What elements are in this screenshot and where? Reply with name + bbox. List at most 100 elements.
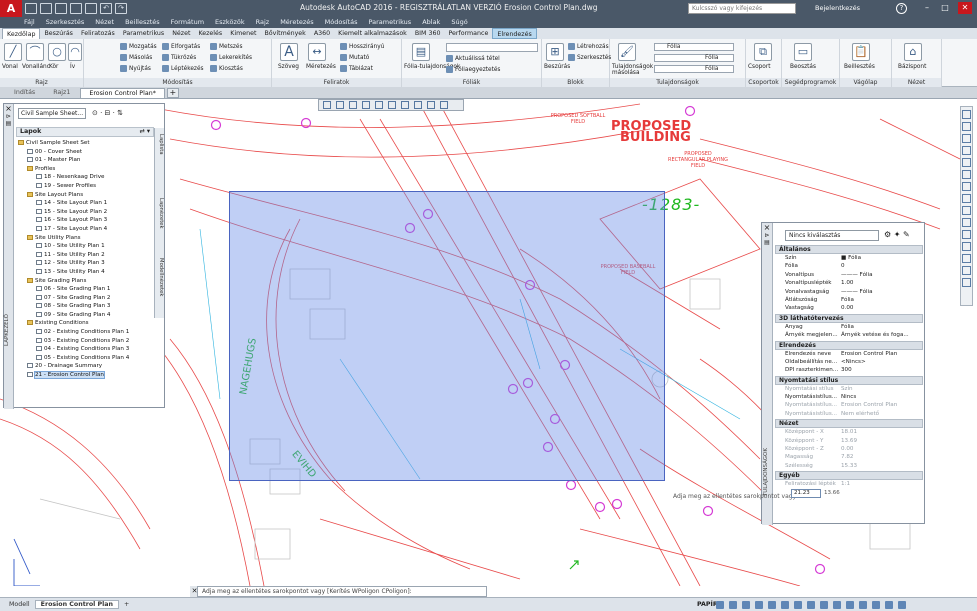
- sheet-item[interactable]: 06 - Site Grading Plan 1: [16, 285, 154, 294]
- measure-button[interactable]: Beosztás: [790, 64, 816, 70]
- save-icon[interactable]: [55, 3, 67, 14]
- property-value[interactable]: 1:1: [841, 480, 923, 488]
- ribbon-group-label[interactable]: Nézet: [892, 78, 941, 87]
- close-icon[interactable]: ×: [762, 223, 772, 232]
- sheet-item[interactable]: 04 - Existing Conditions Plan 3: [16, 345, 154, 354]
- sheet-item[interactable]: 19 - Sewer Profiles: [16, 182, 154, 191]
- sheet-item[interactable]: 00 - Cover Sheet: [16, 148, 154, 157]
- menu-view[interactable]: Nézet: [95, 17, 114, 28]
- tab-parametric[interactable]: Parametrikus: [119, 28, 168, 39]
- property-value[interactable]: Nincs: [841, 393, 923, 401]
- showmotion-icon[interactable]: [962, 146, 971, 155]
- polyline-button[interactable]: Vonallánc: [22, 64, 50, 70]
- base-point-button[interactable]: Bázispont: [898, 64, 926, 70]
- viewport-icon[interactable]: [427, 101, 435, 109]
- copy-button[interactable]: Másolás: [120, 54, 152, 61]
- property-section-header[interactable]: Nézet: [775, 419, 923, 429]
- tool-icon[interactable]: [962, 242, 971, 251]
- menu-parametric[interactable]: Parametrikus: [368, 17, 411, 28]
- circle-button[interactable]: Kör: [49, 64, 58, 70]
- property-section-header[interactable]: Egyéb: [775, 471, 923, 481]
- close-icon[interactable]: ✕: [958, 2, 972, 14]
- set-current-button[interactable]: Aktuálissá tétel: [446, 55, 500, 62]
- sheet-item[interactable]: 05 - Existing Conditions Plan 4: [16, 354, 154, 363]
- tool-icon[interactable]: [962, 230, 971, 239]
- property-section-header[interactable]: Nyomtatási stílus: [775, 375, 923, 385]
- lineweight-icon[interactable]: [781, 601, 789, 609]
- selection-cycling-icon[interactable]: [807, 601, 815, 609]
- tool-icon[interactable]: [962, 218, 971, 227]
- sheet-item[interactable]: 13 - Site Utility Plan 4: [16, 268, 154, 277]
- property-row[interactable]: Vastagság 0.00: [775, 304, 923, 312]
- property-row[interactable]: Szín ■ Fólia: [775, 254, 923, 262]
- property-value[interactable]: Fólia: [841, 296, 923, 304]
- sheet-set-toolbar-icons[interactable]: ⊙ · ⊟ · ⇅: [92, 109, 123, 117]
- tool-icon[interactable]: [962, 194, 971, 203]
- sheet-subset-item[interactable]: Existing Conditions: [16, 319, 154, 328]
- property-row[interactable]: DPI raszterkimen... 300: [775, 366, 923, 374]
- otrack-icon[interactable]: [768, 601, 776, 609]
- property-row[interactable]: Magasság 7.82: [775, 453, 923, 461]
- viewport-icon[interactable]: [414, 101, 422, 109]
- tool-icon[interactable]: [962, 182, 971, 191]
- file-tab-erosion-control[interactable]: Erosion Control Plan*: [80, 88, 165, 98]
- menu-format[interactable]: Formátum: [171, 17, 204, 28]
- property-value[interactable]: 1.00: [841, 279, 923, 287]
- menu-modify[interactable]: Módosítás: [325, 17, 358, 28]
- sheet-item[interactable]: 12 - Site Utility Plan 3: [16, 259, 154, 268]
- property-value[interactable]: 300: [841, 366, 923, 374]
- sheet-subset-item[interactable]: Civil Sample Sheet Set: [16, 139, 154, 148]
- property-section-header[interactable]: 3D láthatótervezés: [775, 313, 923, 323]
- menu-window[interactable]: Ablak: [422, 17, 440, 28]
- sheet-item[interactable]: 17 - Site Layout Plan 4: [16, 225, 154, 234]
- group-icon[interactable]: ⧉: [754, 43, 772, 61]
- sheet-item[interactable]: 08 - Site Grading Plan 3: [16, 302, 154, 311]
- viewport-icon[interactable]: [362, 101, 370, 109]
- tool-icon[interactable]: [962, 158, 971, 167]
- property-value[interactable]: 13.69: [841, 437, 923, 445]
- sheet-item[interactable]: 18 - Nesenkaag Drive: [16, 173, 154, 182]
- sheet-subset-item[interactable]: Site Utility Plans: [16, 234, 154, 243]
- property-row[interactable]: Nyomtatásistílus... Erosion Control Plan: [775, 401, 923, 409]
- property-row[interactable]: Középpont - X 18.01: [775, 428, 923, 436]
- property-row[interactable]: Átlátszóság Fólia: [775, 296, 923, 304]
- property-row[interactable]: Oldalbeállítás ne... <Nincs>: [775, 358, 923, 366]
- menu-draw[interactable]: Rajz: [256, 17, 270, 28]
- tab-model[interactable]: Modell: [4, 601, 35, 608]
- tab-addins[interactable]: Bővítmények: [260, 28, 309, 39]
- property-row[interactable]: Nyomtatásistílus... Nem elérhető: [775, 410, 923, 418]
- ribbon-group-label[interactable]: Csoportok: [746, 78, 781, 87]
- tool-icon[interactable]: [962, 278, 971, 287]
- search-input[interactable]: Kulcsszó vagy kifejezés: [688, 3, 796, 14]
- lineweight-dropdown[interactable]: Fólia: [654, 65, 734, 73]
- dynamic-input-y[interactable]: 13.66: [824, 490, 840, 496]
- property-row[interactable]: Szélesség 15.33: [775, 462, 923, 470]
- dimension-button[interactable]: Méretezés: [306, 64, 336, 70]
- ribbon-group-label[interactable]: Segédprogramok: [782, 78, 839, 87]
- viewport-icon[interactable]: [388, 101, 396, 109]
- property-row[interactable]: Vonalvastagság ——— Fólia: [775, 288, 923, 296]
- maximize-icon[interactable]: □: [938, 2, 952, 14]
- group-button[interactable]: Csoport: [748, 64, 771, 70]
- paste-button[interactable]: Beillesztés: [844, 64, 875, 70]
- ribbon-group-label[interactable]: Tulajdonságok: [610, 78, 745, 87]
- mirror-button[interactable]: Tükrözés: [162, 54, 196, 61]
- property-value[interactable]: Szín: [841, 385, 923, 393]
- orbit-icon[interactable]: [962, 134, 971, 143]
- tool-icon[interactable]: [962, 170, 971, 179]
- property-row[interactable]: Elrendezés neve Erosion Control Plan: [775, 350, 923, 358]
- palette-title-strip[interactable]: × ⊳ ▤ LAPKEZELŐ: [4, 104, 14, 409]
- paper-space-toggle[interactable]: PAPÍR: [697, 601, 718, 608]
- sheet-item[interactable]: 03 - Existing Conditions Plan 2: [16, 337, 154, 346]
- viewport-icon[interactable]: [375, 101, 383, 109]
- base-point-icon[interactable]: ⌂: [904, 43, 922, 61]
- pin-icon[interactable]: ⊳: [762, 232, 772, 239]
- selection-dropdown[interactable]: Nincs kiválasztás: [785, 230, 879, 241]
- menu-file[interactable]: Fájl: [24, 17, 35, 28]
- isolate-icon[interactable]: [859, 601, 867, 609]
- property-value[interactable]: 7.82: [841, 453, 923, 461]
- sheet-subset-item[interactable]: Profiles: [16, 165, 154, 174]
- property-value[interactable]: ——— Fólia: [841, 271, 923, 279]
- autocad-logo-icon[interactable]: A: [0, 0, 22, 17]
- palette-title-strip[interactable]: × ⊳ ▤ TULAJDONSÁGOK: [762, 223, 773, 525]
